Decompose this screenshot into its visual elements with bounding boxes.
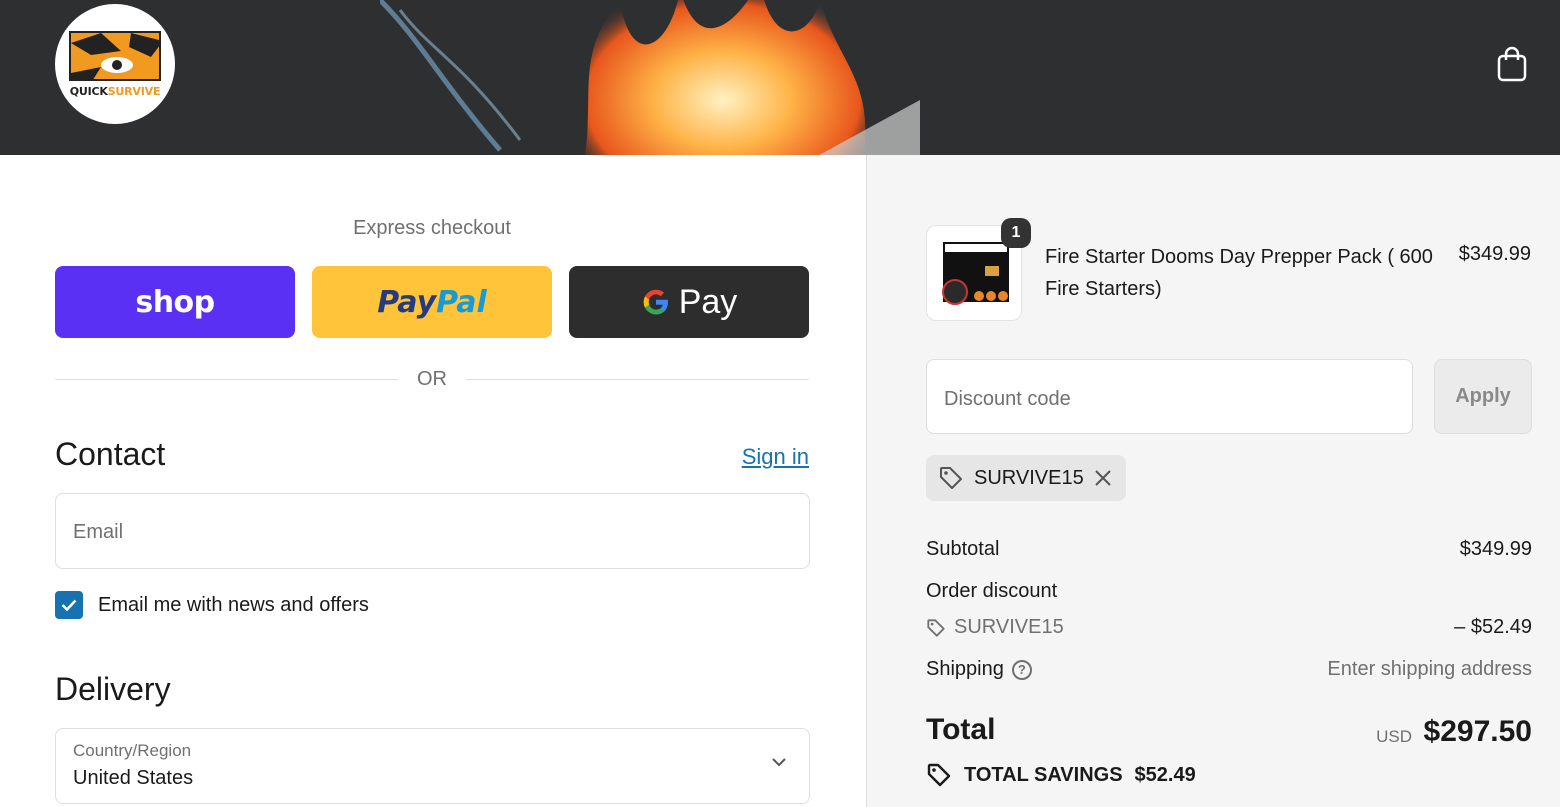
- apply-discount-button[interactable]: Apply: [1434, 359, 1532, 434]
- newsletter-checkbox-row[interactable]: Email me with news and offers: [55, 591, 369, 619]
- applied-discount-chip: SURVIVE15: [926, 455, 1126, 501]
- newsletter-label: Email me with news and offers: [98, 593, 369, 616]
- or-divider: OR: [55, 368, 809, 392]
- product-name: Fire Starter Dooms Day Prepper Pack ( 60…: [1045, 246, 1433, 300]
- total-value: $297.50: [1423, 715, 1532, 748]
- shipping-value: Enter shipping address: [1327, 658, 1532, 680]
- remove-discount-button[interactable]: [1094, 469, 1112, 487]
- discount-code-input[interactable]: Discount code: [926, 359, 1413, 434]
- total-currency: USD: [1376, 727, 1412, 746]
- delivery-title: Delivery: [55, 671, 171, 707]
- quantity-badge: 1: [1001, 218, 1031, 248]
- order-discount-code-row: SURVIVE15 – $52.49: [926, 616, 1532, 644]
- order-discount-value: – $52.49: [1454, 616, 1532, 638]
- tiger-logo-mark: [69, 30, 161, 81]
- country-select[interactable]: Country/Region United States: [55, 728, 810, 804]
- sign-in-link[interactable]: Sign in: [742, 444, 809, 470]
- country-select-value: United States: [73, 767, 194, 789]
- google-g-icon: [643, 289, 668, 315]
- total-row: Total USD $297.50: [926, 713, 1532, 757]
- checkout-form-column: Express checkout shop Pay Pal Pay OR Cont…: [0, 155, 866, 807]
- paypal-button[interactable]: Pay Pal: [312, 266, 552, 338]
- order-summary-column: 1 Fire Starter Dooms Day Prepper Pack ( …: [866, 155, 1560, 807]
- savings-tag-icon: [927, 763, 951, 787]
- shop-pay-label: shop: [135, 284, 215, 320]
- help-icon[interactable]: ?: [1011, 659, 1032, 680]
- checkmark-icon: [61, 599, 77, 611]
- shipping-label: Shipping: [926, 658, 1004, 680]
- tag-icon: [927, 618, 945, 637]
- tag-icon: [940, 467, 962, 489]
- order-discount-code: SURVIVE15: [954, 616, 1064, 638]
- total-savings-value: $52.49: [1134, 763, 1196, 786]
- header-banner: QUICKSURVIVE: [0, 0, 1560, 155]
- express-checkout-title: Express checkout: [353, 217, 511, 239]
- chevron-down-icon: [772, 758, 786, 767]
- discount-placeholder: Discount code: [944, 388, 1071, 410]
- shopping-bag-icon[interactable]: [1496, 46, 1528, 82]
- country-select-label: Country/Region: [73, 741, 192, 760]
- contact-title: Contact: [55, 436, 166, 472]
- google-pay-label: Pay: [678, 282, 738, 321]
- email-placeholder: Email: [73, 521, 124, 543]
- product-price: $349.99: [1458, 243, 1531, 265]
- applied-discount-code: SURVIVE15: [974, 466, 1084, 489]
- email-field[interactable]: Email: [55, 493, 810, 569]
- close-icon: [1094, 470, 1111, 486]
- shipping-row: Shipping? Enter shipping address: [926, 658, 1532, 681]
- google-pay-button[interactable]: Pay: [569, 266, 809, 338]
- subtotal-row: Subtotal $349.99: [926, 538, 1532, 561]
- shop-pay-button[interactable]: shop: [55, 266, 295, 338]
- quicksurvive-logo[interactable]: QUICKSURVIVE: [55, 4, 175, 124]
- order-discount-label: Order discount: [926, 580, 1058, 602]
- logo-wordmark: QUICKSURVIVE: [69, 84, 161, 98]
- total-savings-label: TOTAL SAVINGS: [964, 763, 1123, 786]
- subtotal-value: $349.99: [1459, 538, 1532, 560]
- total-savings-row: TOTAL SAVINGS $52.49: [926, 762, 1196, 788]
- total-label: Total: [926, 713, 996, 746]
- paypal-label-pal: Pal: [436, 284, 487, 320]
- newsletter-checkbox[interactable]: [55, 591, 83, 619]
- or-label: OR: [417, 368, 447, 390]
- paypal-label-pay: Pay: [377, 284, 437, 320]
- order-discount-row: Order discount: [926, 580, 1532, 603]
- water-splash-graphic: [380, 0, 522, 152]
- subtotal-label: Subtotal: [926, 538, 1000, 560]
- flame-graphic: [584, 0, 920, 155]
